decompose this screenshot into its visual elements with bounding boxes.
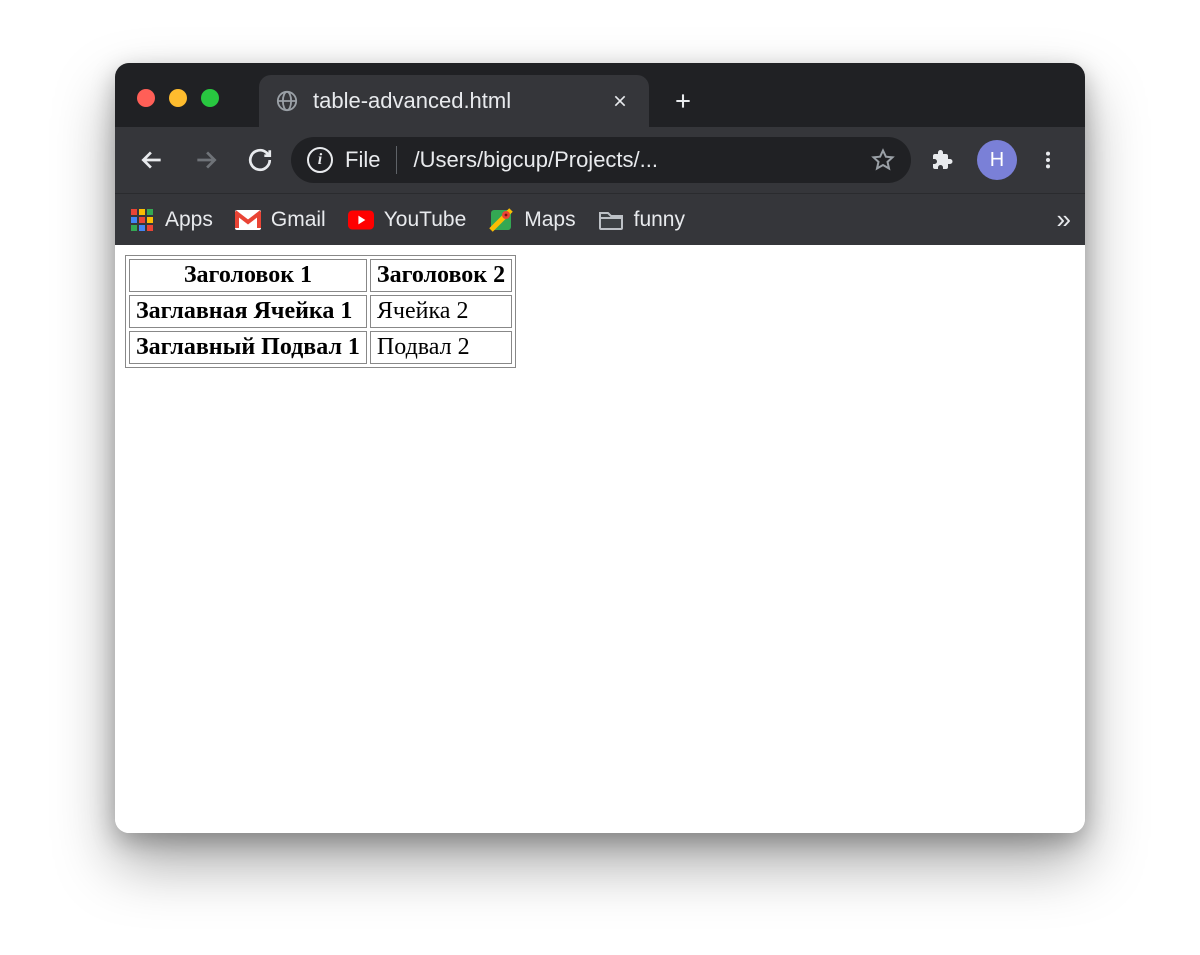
url-path: /Users/bigcup/Projects/... (413, 147, 859, 173)
table-footer-header: Заглавный Подвал 1 (129, 331, 367, 364)
address-bar[interactable]: i File /Users/bigcup/Projects/... (291, 137, 911, 183)
bookmark-label: Apps (165, 208, 213, 232)
globe-icon (275, 89, 299, 113)
table-header-cell: Заголовок 1 (129, 259, 367, 292)
extensions-button[interactable] (919, 137, 965, 183)
close-window-button[interactable] (137, 89, 155, 107)
forward-button[interactable] (183, 137, 229, 183)
apps-icon (129, 207, 155, 233)
bookmark-gmail[interactable]: Gmail (235, 207, 326, 233)
youtube-icon (348, 207, 374, 233)
bookmarks-bar: Apps Gmail YouTube Maps funny (115, 193, 1085, 245)
profile-initial: H (990, 149, 1004, 172)
table-row-header: Заглавная Ячейка 1 (129, 295, 367, 328)
titlebar: table-advanced.html (115, 63, 1085, 127)
bookmark-label: Maps (524, 208, 575, 232)
table-footer-row: Заглавный Подвал 1 Подвал 2 (129, 331, 512, 364)
menu-button[interactable] (1025, 137, 1071, 183)
table-footer-cell: Подвал 2 (370, 331, 512, 364)
bookmark-star-icon[interactable] (871, 148, 895, 172)
maximize-window-button[interactable] (201, 89, 219, 107)
table-header-cell: Заголовок 2 (370, 259, 512, 292)
table-header-row: Заголовок 1 Заголовок 2 (129, 259, 512, 292)
close-tab-icon[interactable] (609, 90, 631, 112)
gmail-icon (235, 207, 261, 233)
reload-button[interactable] (237, 137, 283, 183)
bookmark-maps[interactable]: Maps (488, 207, 575, 233)
new-tab-button[interactable] (665, 83, 701, 119)
browser-window: table-advanced.html i File /Users/bigcup… (115, 63, 1085, 833)
profile-avatar[interactable]: H (977, 140, 1017, 180)
bookmark-apps[interactable]: Apps (129, 207, 213, 233)
folder-icon (598, 207, 624, 233)
bookmark-label: funny (634, 208, 685, 232)
site-info-icon[interactable]: i (307, 147, 333, 173)
table-cell: Ячейка 2 (370, 295, 512, 328)
bookmark-youtube[interactable]: YouTube (348, 207, 467, 233)
page-content: Заголовок 1 Заголовок 2 Заглавная Ячейка… (115, 245, 1085, 833)
back-button[interactable] (129, 137, 175, 183)
bookmark-label: YouTube (384, 208, 467, 232)
tab-title: table-advanced.html (313, 88, 595, 114)
url-scheme: File (345, 147, 380, 173)
toolbar: i File /Users/bigcup/Projects/... H (115, 127, 1085, 193)
tabstrip: table-advanced.html (219, 63, 1085, 127)
separator (396, 146, 397, 174)
browser-tab[interactable]: table-advanced.html (259, 75, 649, 127)
minimize-window-button[interactable] (169, 89, 187, 107)
demo-table: Заголовок 1 Заголовок 2 Заглавная Ячейка… (125, 255, 516, 368)
bookmark-folder-funny[interactable]: funny (598, 207, 685, 233)
overflow-chevron: » (1057, 204, 1071, 235)
maps-icon (488, 207, 514, 233)
window-controls (115, 89, 219, 127)
bookmarks-overflow-button[interactable]: » (1057, 204, 1071, 235)
bookmark-label: Gmail (271, 208, 326, 232)
table-row: Заглавная Ячейка 1 Ячейка 2 (129, 295, 512, 328)
